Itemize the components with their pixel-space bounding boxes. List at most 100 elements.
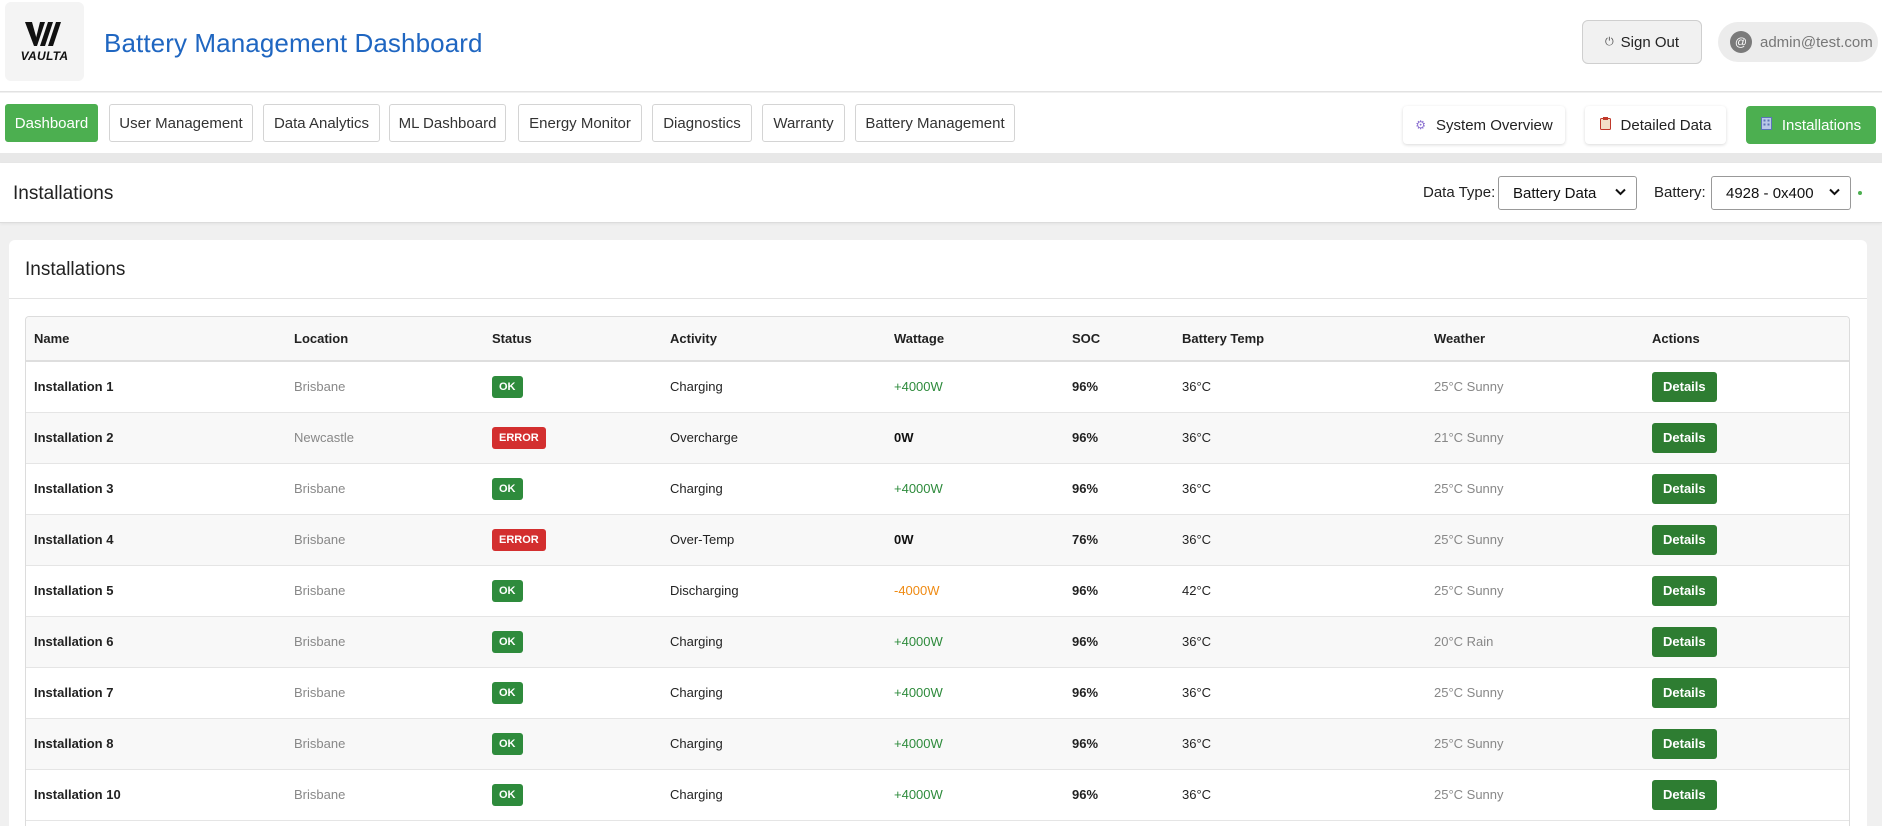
app-header: VAULTA Battery Management Dashboard ⏻ Si… <box>0 0 1882 92</box>
activity-cell: Charging <box>670 787 723 802</box>
activity-cell: Over-Temp <box>670 532 735 547</box>
status-cell: OK <box>484 361 662 412</box>
installation-location: Brisbane <box>294 583 346 598</box>
tab-battery-management[interactable]: Battery Management <box>855 104 1015 142</box>
section-divider <box>0 153 1882 163</box>
weather-cell: 25°C Sunny <box>1434 583 1504 598</box>
column-header[interactable]: Status <box>484 317 662 361</box>
weather-cell: 25°C Sunny <box>1434 532 1504 547</box>
details-button[interactable]: Details <box>1652 524 1717 555</box>
wattage-cell: 0W <box>894 430 914 445</box>
weather-cell: 25°C Sunny <box>1434 481 1504 496</box>
tab-user-management[interactable]: User Management <box>109 104 253 142</box>
status-badge: ERROR <box>492 528 546 551</box>
tab-ml-dashboard[interactable]: ML Dashboard <box>389 104 506 142</box>
avatar: @ <box>1730 31 1752 53</box>
status-badge: OK <box>492 783 523 806</box>
installation-location: Brisbane <box>294 685 346 700</box>
tab-diagnostics[interactable]: Diagnostics <box>652 104 752 142</box>
status-cell: OK <box>484 667 662 718</box>
installation-name: Installation 1 <box>34 379 114 395</box>
chevron-down-icon <box>1829 185 1840 199</box>
building-icon <box>1760 117 1772 133</box>
system-overview-button[interactable]: ⚙ System Overview <box>1403 106 1565 144</box>
installation-name: Installation 6 <box>34 634 114 649</box>
installation-name: Installation 5 <box>34 583 114 598</box>
actions-cell: Details <box>1644 718 1849 769</box>
data-type-select[interactable]: Battery Data <box>1498 176 1637 210</box>
battery-temp-cell: 36°C <box>1182 430 1212 445</box>
vaulta-logo[interactable]: VAULTA <box>5 2 84 81</box>
details-button[interactable]: Details <box>1652 473 1717 504</box>
installations-button[interactable]: Installations <box>1746 106 1876 144</box>
sign-out-button[interactable]: ⏻ Sign Out <box>1582 20 1702 64</box>
details-button[interactable]: Details <box>1652 728 1717 759</box>
column-header[interactable]: Activity <box>662 317 886 361</box>
details-button[interactable]: Details <box>1652 779 1717 810</box>
details-button[interactable]: Details <box>1652 575 1717 606</box>
column-header[interactable]: Battery Temp <box>1174 317 1426 361</box>
weather-cell: 25°C Sunny <box>1434 736 1504 751</box>
detailed-data-button[interactable]: Detailed Data <box>1585 106 1726 144</box>
status-badge: OK <box>492 630 523 653</box>
wattage-cell: +4000W <box>894 736 943 751</box>
details-button[interactable]: Details <box>1652 371 1717 402</box>
data-type-value: Battery Data <box>1513 184 1597 202</box>
status-cell: OK <box>484 616 662 667</box>
battery-temp-cell: 36°C <box>1182 634 1212 649</box>
column-header[interactable]: Weather <box>1426 317 1644 361</box>
data-type-label: Data Type: <box>1423 184 1496 201</box>
activity-cell: Charging <box>670 634 723 649</box>
sign-out-label: Sign Out <box>1620 33 1680 51</box>
soc-cell: 96% <box>1072 430 1099 445</box>
chevron-down-icon <box>1615 185 1626 199</box>
status-cell: OK <box>484 769 662 820</box>
status-badge: OK <box>492 477 523 500</box>
section-title: Installations <box>13 183 114 204</box>
actions-cell: Details <box>1644 769 1849 820</box>
table-row: Installation 2 Newcastle ERROR Overcharg… <box>26 412 1849 463</box>
battery-temp-cell: 36°C <box>1182 787 1212 802</box>
table-row: Installation 3 Brisbane OK Charging +400… <box>26 463 1849 514</box>
installation-name: Installation 4 <box>34 532 114 547</box>
battery-temp-cell: 36°C <box>1182 685 1212 700</box>
installation-location: Brisbane <box>294 787 346 802</box>
details-button[interactable]: Details <box>1652 677 1717 708</box>
soc-cell: 96% <box>1072 481 1099 496</box>
column-header[interactable]: Name <box>26 317 286 361</box>
details-button[interactable]: Details <box>1652 626 1717 657</box>
page-title: Battery Management Dashboard <box>104 28 483 58</box>
battery-label: Battery: <box>1654 184 1706 201</box>
activity-cell: Charging <box>670 481 723 496</box>
status-cell: OK <box>484 463 662 514</box>
status-badge: ERROR <box>492 426 546 449</box>
column-header[interactable]: Wattage <box>886 317 1064 361</box>
section-header: Installations Data Type: Battery Data Ba… <box>0 163 1882 223</box>
activity-cell: Discharging <box>670 583 739 598</box>
main-nav: Dashboard User Management Data Analytics… <box>0 93 1882 153</box>
wattage-cell: -4000W <box>894 583 940 598</box>
table-row: Installation 10 Brisbane OK Charging +40… <box>26 769 1849 820</box>
tab-warranty[interactable]: Warranty <box>762 104 845 142</box>
status-cell: ERROR <box>484 412 662 463</box>
tab-energy-monitor[interactable]: Energy Monitor <box>518 104 642 142</box>
clipboard-icon <box>1599 117 1611 133</box>
wattage-cell: +4000W <box>894 481 943 496</box>
column-header[interactable]: SOC <box>1064 317 1174 361</box>
tab-data-analytics[interactable]: Data Analytics <box>263 104 380 142</box>
column-header[interactable]: Location <box>286 317 484 361</box>
wattage-cell: +4000W <box>894 787 943 802</box>
battery-temp-cell: 36°C <box>1182 532 1212 547</box>
tab-dashboard[interactable]: Dashboard <box>5 104 98 142</box>
installation-name: Installation 10 <box>34 787 121 802</box>
weather-cell: 25°C Sunny <box>1434 379 1504 395</box>
table-row: Installation 6 Brisbane OK Charging +400… <box>26 616 1849 667</box>
weather-cell: 20°C Rain <box>1434 634 1494 649</box>
actions-cell: Details <box>1644 514 1849 565</box>
installation-name: Installation 2 <box>34 430 114 445</box>
battery-select[interactable]: 4928 - 0x400 <box>1711 176 1851 210</box>
power-icon: ⏻ <box>1604 35 1614 48</box>
details-button[interactable]: Details <box>1652 422 1717 453</box>
user-menu[interactable]: @ admin@test.com <box>1718 22 1878 62</box>
detailed-data-label: Detailed Data <box>1620 116 1712 134</box>
